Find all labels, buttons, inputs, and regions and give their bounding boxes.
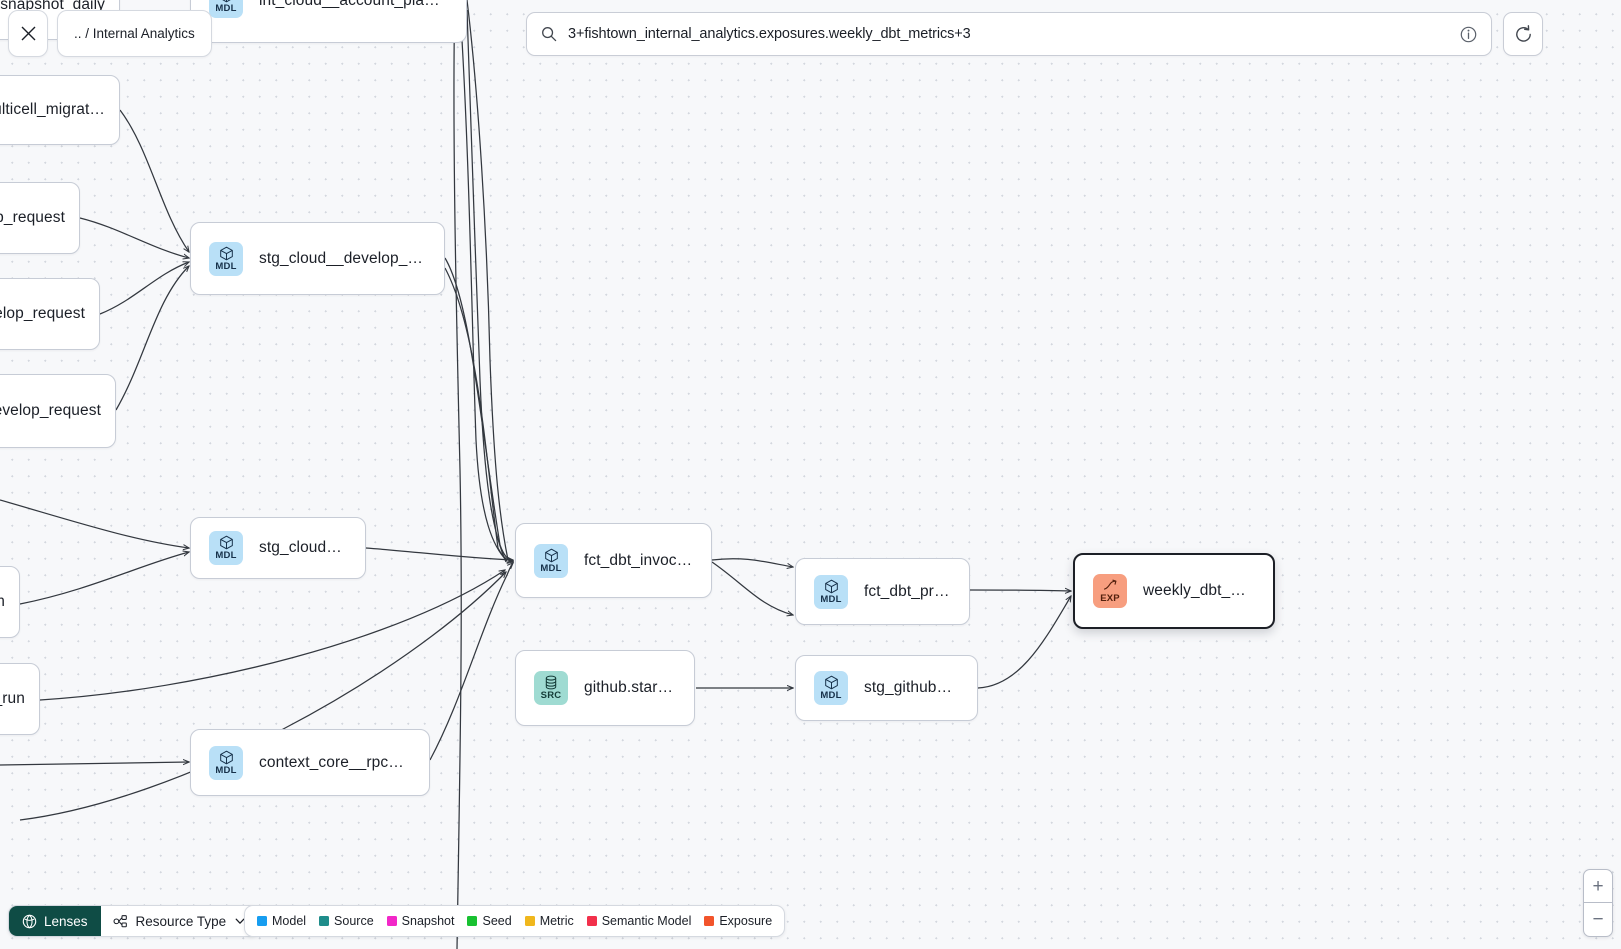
mdl-badge-icon: MDL bbox=[534, 544, 568, 578]
legend-label: Snapshot bbox=[402, 914, 455, 928]
close-button[interactable] bbox=[8, 10, 48, 57]
legend-label: Exposure bbox=[719, 914, 772, 928]
graph-node-label: op_request bbox=[0, 209, 65, 227]
legend-swatch-icon bbox=[467, 916, 477, 926]
legend-swatch-icon bbox=[587, 916, 597, 926]
search-input[interactable] bbox=[568, 26, 1449, 42]
legend-item[interactable]: Model bbox=[257, 914, 306, 928]
graph-node-label: fct_dbt_invocations bbox=[584, 552, 693, 570]
graph-node[interactable]: MDL fct_dbt_projects bbox=[795, 558, 970, 625]
graph-node[interactable]: SRC github.stargazers bbox=[515, 650, 695, 726]
mdl-badge-icon: MDL bbox=[209, 242, 243, 276]
graph-node[interactable]: MDL context_core__rpc_request bbox=[190, 729, 430, 796]
graph-node[interactable]: n bbox=[0, 566, 20, 638]
zoom-out-button[interactable]: − bbox=[1584, 903, 1612, 936]
bottom-toolbar: Lenses Resource Type bbox=[8, 905, 259, 937]
mdl-badge-icon: MDL bbox=[209, 531, 243, 565]
lenses-button[interactable]: Lenses bbox=[9, 906, 101, 936]
graph-node[interactable]: MDL stg_github__stars bbox=[795, 655, 978, 721]
legend-swatch-icon bbox=[257, 916, 267, 926]
refresh-icon bbox=[1513, 24, 1534, 45]
lineage-graph-app: snapshot_dailyMDLint_cloud__account_plan… bbox=[0, 0, 1621, 949]
graph-node-label: int_cloud__account_plan_history bbox=[259, 0, 448, 10]
refresh-button[interactable] bbox=[1503, 12, 1543, 56]
info-circle-icon[interactable] bbox=[1460, 26, 1477, 43]
mdl-badge-icon: MDL bbox=[814, 575, 848, 609]
graph-node-label: fct_dbt_projects bbox=[864, 583, 951, 601]
graph-node-label: weekly_dbt_metrics bbox=[1143, 582, 1255, 600]
legend-label: Seed bbox=[482, 914, 511, 928]
graph-node[interactable]: MDL int_cloud__account_plan_history bbox=[190, 0, 467, 43]
graph-node[interactable]: _develop_request bbox=[0, 374, 116, 448]
resource-type-legend: Model Source Snapshot Seed Metric Semantic Mo… bbox=[244, 905, 785, 937]
graph-node[interactable]: velop_request bbox=[0, 278, 100, 350]
breadcrumb[interactable]: .. / Internal Analytics bbox=[57, 10, 212, 57]
mdl-badge-icon: MDL bbox=[814, 671, 848, 705]
search-bar[interactable] bbox=[526, 12, 1492, 56]
legend-label: Metric bbox=[540, 914, 574, 928]
graph-node-label: _develop_request bbox=[0, 402, 101, 420]
graph-node-label: stg_cloud__runs bbox=[259, 539, 347, 557]
graph-node-label: stg_cloud__develop_requests bbox=[259, 250, 426, 268]
legend-item[interactable]: Semantic Model bbox=[587, 914, 692, 928]
graph-node[interactable]: MDL stg_cloud__develop_requests bbox=[190, 222, 445, 295]
close-icon bbox=[20, 25, 37, 42]
zoom-in-button[interactable]: + bbox=[1584, 870, 1612, 903]
zoom-controls: + − bbox=[1583, 869, 1613, 937]
lenses-icon bbox=[22, 914, 37, 929]
legend-item[interactable]: Source bbox=[319, 914, 374, 928]
graph-node[interactable]: MDL stg_cloud__runs bbox=[190, 517, 366, 579]
graph-node-label: n bbox=[0, 593, 5, 611]
resource-type-button[interactable]: Resource Type bbox=[101, 906, 259, 936]
legend-item[interactable]: Seed bbox=[467, 914, 511, 928]
graph-node[interactable]: MDL fct_dbt_invocations bbox=[515, 523, 712, 598]
legend-swatch-icon bbox=[387, 916, 397, 926]
exp-badge-icon: EXP bbox=[1093, 574, 1127, 608]
resource-type-label: Resource Type bbox=[136, 914, 227, 929]
graph-node-label: stg_github__stars bbox=[864, 679, 959, 697]
legend-item[interactable]: Exposure bbox=[704, 914, 772, 928]
mdl-badge-icon: MDL bbox=[209, 0, 243, 18]
legend-item[interactable]: Snapshot bbox=[387, 914, 455, 928]
mdl-badge-icon: MDL bbox=[209, 746, 243, 780]
legend-swatch-icon bbox=[525, 916, 535, 926]
legend-label: Semantic Model bbox=[602, 914, 692, 928]
legend-label: Source bbox=[334, 914, 374, 928]
search-icon bbox=[541, 26, 557, 42]
graph-node-label: multicell_migrat… bbox=[0, 101, 105, 119]
legend-swatch-icon bbox=[319, 916, 329, 926]
src-badge-icon: SRC bbox=[534, 671, 568, 705]
lenses-label: Lenses bbox=[44, 914, 88, 929]
graph-node-label: _run bbox=[0, 690, 25, 708]
graph-node-label: context_core__rpc_request bbox=[259, 754, 411, 772]
lineage-nodes: snapshot_dailyMDLint_cloud__account_plan… bbox=[0, 0, 1621, 949]
graph-node[interactable]: multicell_migrat… bbox=[0, 75, 120, 145]
legend-label: Model bbox=[272, 914, 306, 928]
resource-type-icon bbox=[113, 914, 128, 929]
graph-node[interactable]: EXP weekly_dbt_metrics bbox=[1073, 553, 1275, 629]
graph-node-label: github.stargazers bbox=[584, 679, 676, 697]
graph-node-label: velop_request bbox=[0, 305, 85, 323]
lenses-group: Lenses Resource Type bbox=[8, 905, 259, 937]
breadcrumb-label: .. / Internal Analytics bbox=[74, 26, 195, 41]
graph-node[interactable]: _run bbox=[0, 663, 40, 735]
legend-swatch-icon bbox=[704, 916, 714, 926]
legend-item[interactable]: Metric bbox=[525, 914, 574, 928]
graph-node[interactable]: op_request bbox=[0, 182, 80, 254]
